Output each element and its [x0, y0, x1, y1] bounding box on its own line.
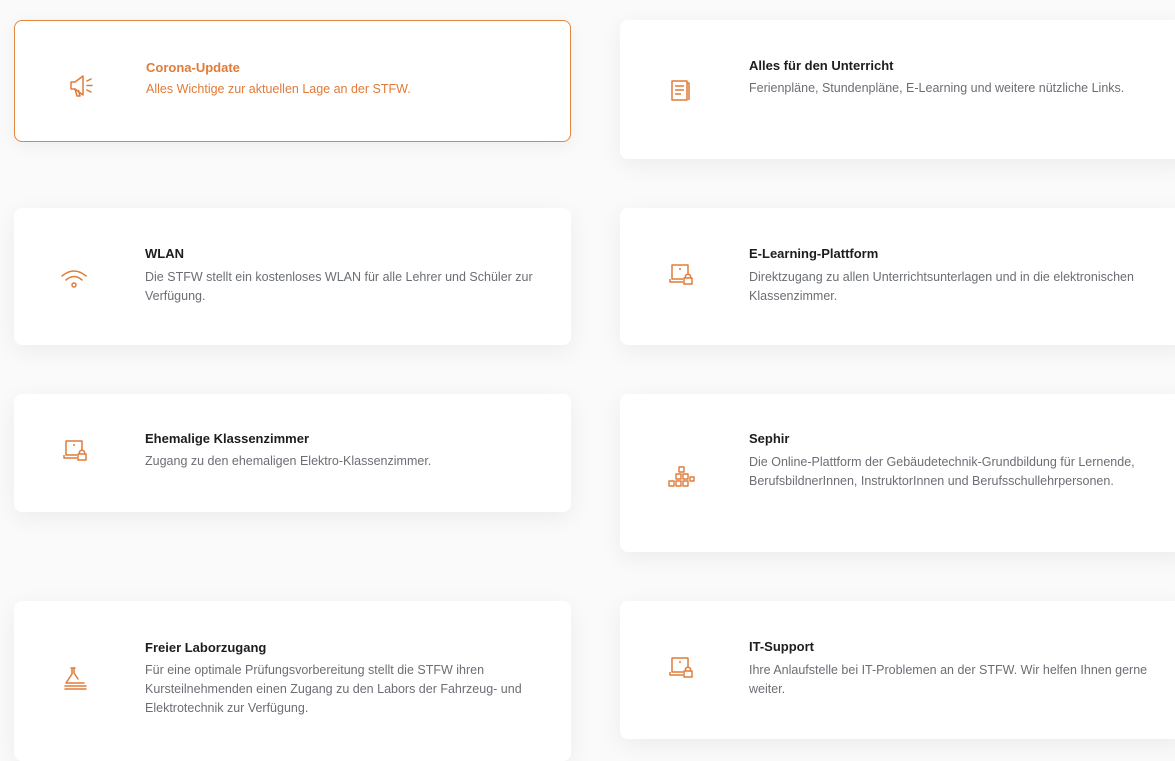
- blocks-icon: [666, 464, 696, 494]
- card-title: Sephir: [749, 431, 790, 446]
- card-ehemalige-klassenzimmer[interactable]: Ehemalige Klassenzimmer Zugang zu den eh…: [14, 394, 571, 512]
- card-title: WLAN: [145, 246, 184, 261]
- card-title: Freier Laborzugang: [145, 640, 267, 655]
- card-description: Direktzugang zu allen Unterrichtsunterla…: [749, 270, 1134, 303]
- card-description: Alles Wichtige zur aktuellen Lage an der…: [146, 82, 411, 96]
- card-description: Ferienpläne, Stundenpläne, E-Learning un…: [749, 81, 1125, 95]
- laptop-lock-icon: [60, 436, 90, 466]
- card-e-learning[interactable]: E-Learning-Plattform Direktzugang zu all…: [620, 208, 1175, 345]
- card-title: Corona-Update: [146, 60, 240, 75]
- card-unterricht[interactable]: Alles für den Unterricht Ferienpläne, St…: [620, 20, 1175, 159]
- card-title: IT-Support: [749, 639, 814, 654]
- card-wlan[interactable]: WLAN Die STFW stellt ein kostenloses WLA…: [14, 208, 571, 345]
- card-description: Die STFW stellt ein kostenloses WLAN für…: [145, 270, 533, 303]
- megaphone-icon: [67, 71, 97, 101]
- card-description: Zugang zu den ehemaligen Elektro-Klassen…: [145, 454, 432, 468]
- card-freier-laborzugang[interactable]: Freier Laborzugang Für eine optimale Prü…: [14, 601, 571, 761]
- card-description: Ihre Anlaufstelle bei IT-Problemen an de…: [749, 663, 1148, 696]
- lab-icon: [60, 663, 90, 693]
- card-description: Die Online-Plattform der Gebäudetechnik-…: [749, 455, 1135, 488]
- card-it-support[interactable]: IT-Support Ihre Anlaufstelle bei IT-Prob…: [620, 601, 1175, 739]
- laptop-lock-icon: [666, 653, 696, 683]
- card-description: Für eine optimale Prüfungsvorbereitung s…: [145, 663, 522, 715]
- laptop-lock-icon: [666, 260, 696, 290]
- card-title: Ehemalige Klassenzimmer: [145, 431, 310, 446]
- document-icon: [665, 75, 695, 105]
- card-sephir[interactable]: Sephir Die Online-Plattform der Gebäudet…: [620, 394, 1175, 552]
- card-title: E-Learning-Plattform: [749, 246, 879, 261]
- wifi-icon: [59, 263, 89, 293]
- card-title: Alles für den Unterricht: [749, 58, 894, 73]
- card-corona-update[interactable]: Corona-Update Alles Wichtige zur aktuell…: [14, 20, 571, 142]
